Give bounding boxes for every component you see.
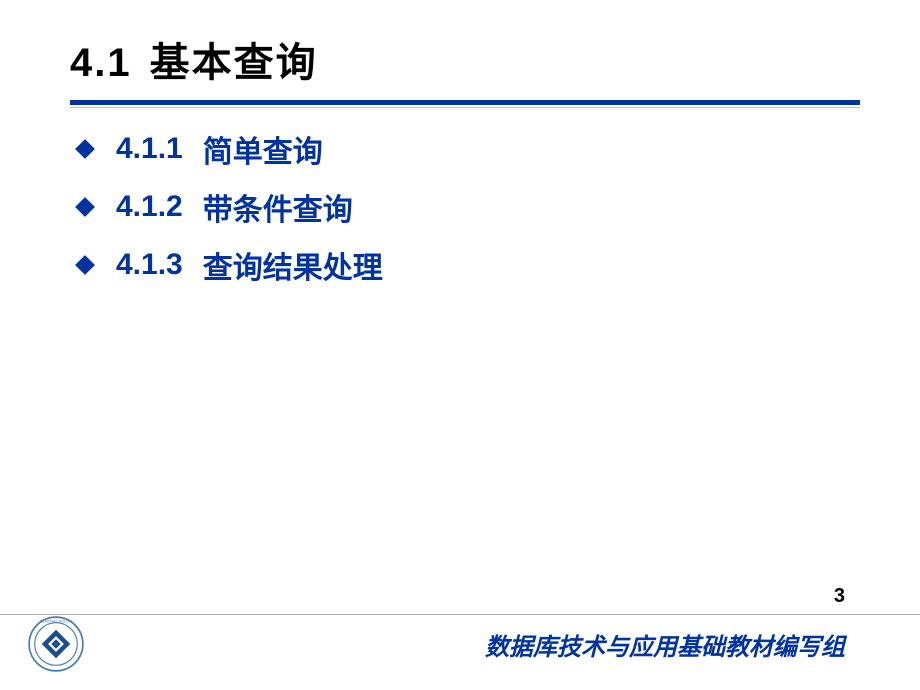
bullet-list: 4.1.1 简单查询 4.1.2 带条件查询 4.1.3 查询结果处理 (70, 127, 860, 287)
title-divider (70, 100, 860, 105)
item-text: 带条件查询 (203, 185, 353, 229)
item-number: 4.1.1 (116, 132, 183, 166)
list-item: 4.1.3 查询结果处理 (78, 243, 860, 287)
footer-divider (0, 614, 920, 615)
list-item: 4.1.2 带条件查询 (78, 185, 860, 229)
diamond-bullet-icon (75, 197, 95, 217)
page-number: 3 (834, 585, 845, 608)
university-logo-icon: CENTRAL SOUTH (28, 616, 84, 672)
item-text: 简单查询 (203, 127, 323, 171)
svg-text:CENTRAL SOUTH: CENTRAL SOUTH (40, 619, 73, 624)
item-number: 4.1.2 (116, 190, 183, 224)
slide-container: 4.1 基本查询 4.1.1 简单查询 4.1.2 带条件查询 4.1.3 查询结… (0, 0, 920, 690)
title-text: 基本查询 (150, 41, 318, 85)
list-item: 4.1.1 简单查询 (78, 127, 860, 171)
slide-title: 4.1 基本查询 (70, 30, 860, 88)
item-text: 查询结果处理 (203, 243, 383, 287)
diamond-bullet-icon (75, 255, 95, 275)
diamond-bullet-icon (75, 139, 95, 159)
item-number: 4.1.3 (116, 248, 183, 282)
title-number: 4.1 (70, 41, 132, 85)
footer-text: 数据库技术与应用基础教材编写组 (485, 627, 845, 662)
